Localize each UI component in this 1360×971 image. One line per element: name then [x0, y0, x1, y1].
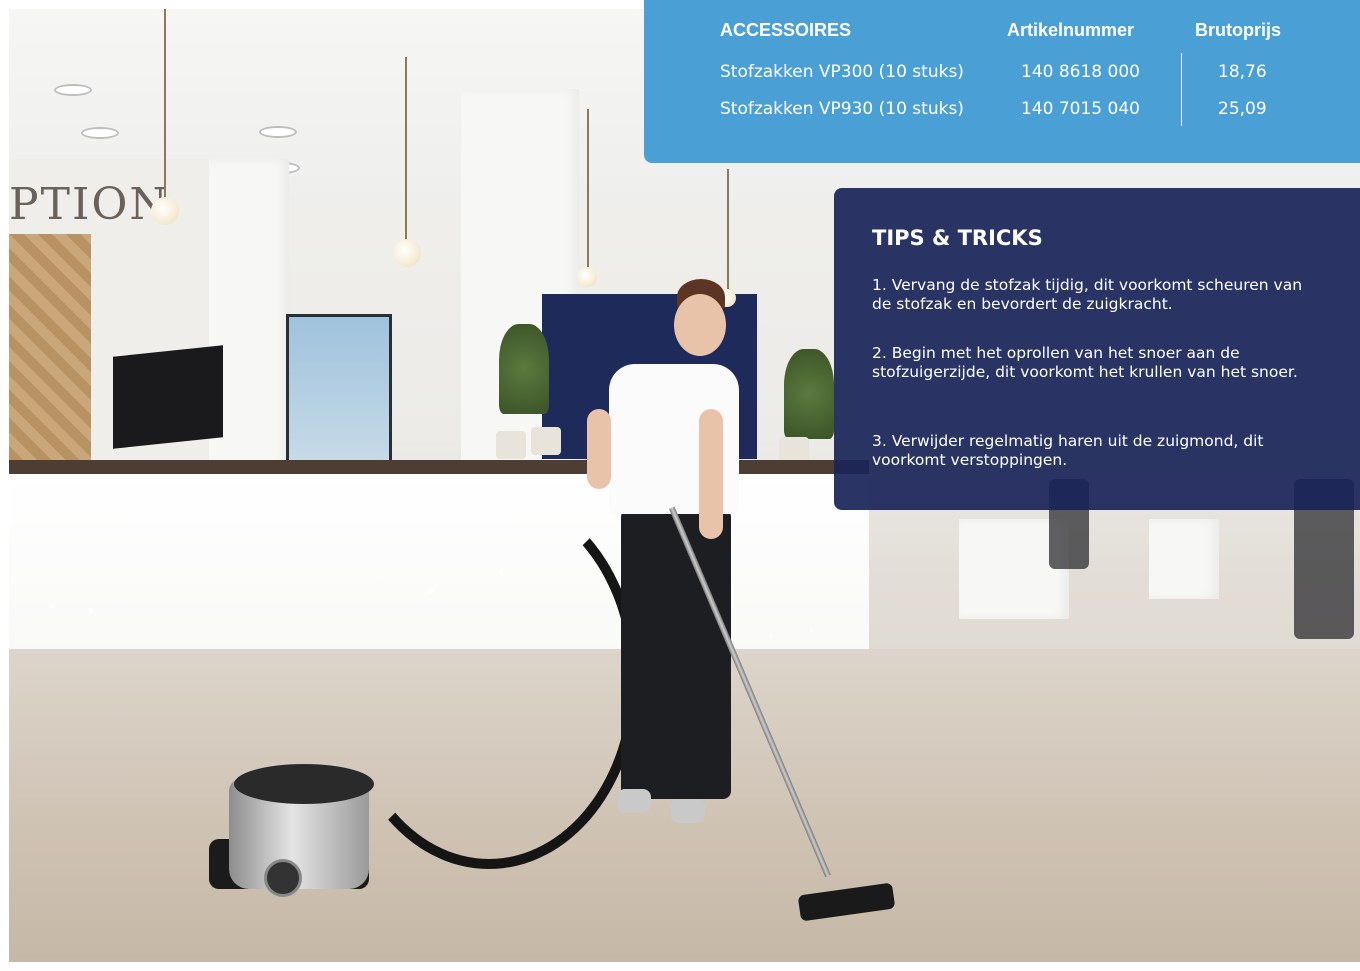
tip-item: 3. Verwijder regelmatig haren uit de zui…	[872, 432, 1264, 469]
page: PTION ACCESSOIRES Artikelnummer Brutopri…	[0, 0, 1360, 971]
column-divider	[1181, 53, 1182, 126]
shoe	[617, 789, 651, 813]
light-dot	[89, 609, 93, 613]
pendant-cord	[587, 109, 589, 269]
tip-item: 2. Begin met het oprollen van het snoer …	[872, 344, 1298, 381]
ceiling-light	[81, 127, 119, 139]
tips-panel: TIPS & TRICKS 1. Vervang de stofzak tijd…	[834, 188, 1360, 510]
vacuum-wheel	[264, 859, 302, 897]
plant-pot	[531, 427, 561, 455]
ceiling-light	[259, 126, 297, 138]
accessory-price: 18,76	[1218, 62, 1267, 82]
accessory-number: 140 8618 000	[1021, 62, 1140, 82]
person-legs	[621, 509, 731, 799]
pendant-cord	[164, 9, 166, 199]
accessory-price: 25,09	[1218, 99, 1267, 119]
person-arm	[587, 409, 611, 489]
person-arm	[699, 409, 723, 539]
reception-sign: PTION	[9, 179, 170, 230]
shoe	[671, 799, 705, 823]
vacuum-lid	[234, 764, 374, 804]
accessories-table: ACCESSOIRES Artikelnummer Brutoprijs Sto…	[644, 0, 1360, 163]
pendant-lamp	[151, 197, 179, 225]
reception-counter-top	[9, 460, 869, 474]
accessory-name: Stofzakken VP300 (10 stuks)	[720, 62, 964, 82]
plant-pot	[496, 431, 526, 459]
tips-title: TIPS & TRICKS	[872, 226, 1043, 250]
plant	[499, 324, 549, 414]
ceiling-light	[54, 84, 92, 96]
computer-monitor	[113, 345, 223, 449]
article-number-header: Artikelnummer	[1007, 20, 1135, 40]
light-dot	[769, 634, 773, 638]
pillar	[1149, 519, 1219, 599]
person-head	[674, 294, 726, 356]
gross-price-header: Brutoprijs	[1195, 20, 1282, 40]
accessories-header: ACCESSOIRES	[720, 20, 852, 40]
pendant-lamp	[577, 267, 597, 287]
tip-item: 1. Vervang de stofzak tijdig, dit voorko…	[872, 276, 1303, 313]
accessory-name: Stofzakken VP930 (10 stuks)	[720, 99, 964, 119]
pendant-cord	[727, 169, 729, 289]
wood-panel	[9, 234, 91, 474]
plant	[784, 349, 834, 439]
window	[286, 314, 392, 470]
vacuum-hose	[339, 489, 639, 869]
light-dot	[809, 629, 813, 633]
light-dot	[49, 604, 53, 608]
accessory-number: 140 7015 040	[1021, 99, 1140, 119]
pendant-lamp	[393, 239, 421, 267]
pendant-cord	[405, 57, 407, 242]
